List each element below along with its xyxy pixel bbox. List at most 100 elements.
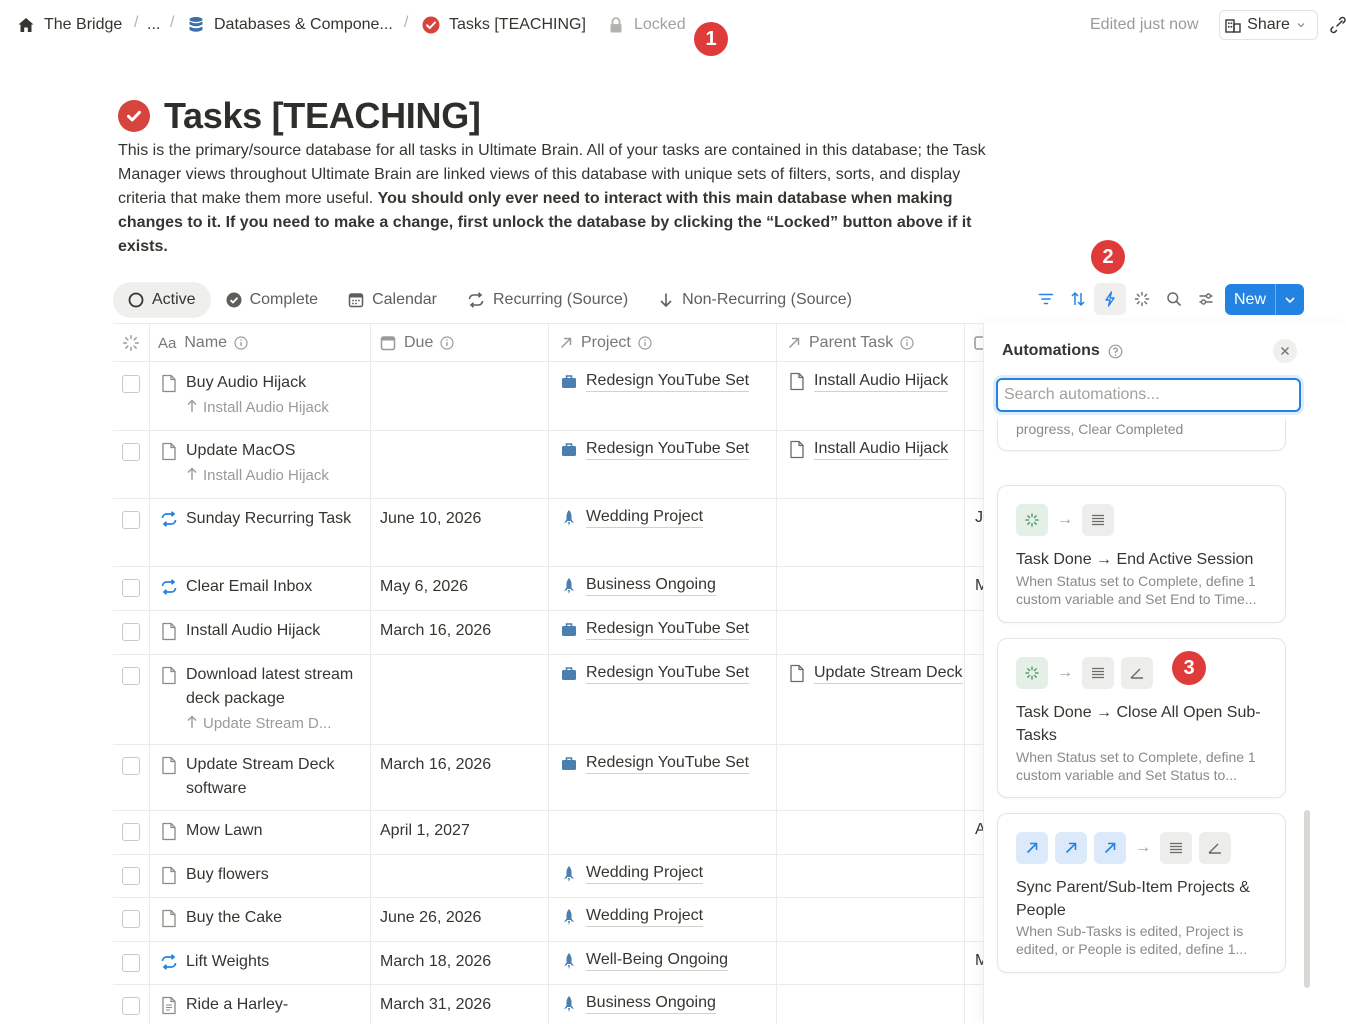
column-name-header[interactable]: Aa Name (158, 324, 248, 362)
column-parent-header[interactable]: Parent Task (787, 324, 914, 362)
due-date[interactable]: March 18, 2026 (380, 950, 491, 974)
sort-icon[interactable] (1062, 283, 1094, 315)
tab-calendar[interactable]: Calendar (333, 282, 452, 318)
table-row[interactable]: Buy flowers Wedding Project (113, 855, 983, 898)
parent-task-relation[interactable]: Install Audio Hijack (788, 371, 964, 392)
table-row[interactable]: Clear Email Inbox May 6, 2026 Business Ong… (113, 567, 983, 611)
parent-task-relation[interactable]: Install Audio Hijack (788, 439, 964, 460)
due-date[interactable]: March 31, 2026 (380, 993, 491, 1017)
due-date[interactable]: June 26, 2026 (380, 906, 481, 930)
row-checkbox[interactable] (122, 954, 140, 972)
link-icon[interactable] (1330, 16, 1346, 39)
lock-icon (606, 15, 626, 35)
page-title[interactable]: Tasks [TEACHING] (164, 95, 481, 137)
row-checkbox[interactable] (122, 997, 140, 1015)
task-name[interactable]: Update MacOS Install Audio Hijack (186, 439, 366, 489)
project-relation[interactable]: Redesign YouTube Set (560, 371, 750, 392)
automation-card[interactable]: → Task Done → End Active Session When St… (997, 485, 1286, 623)
row-checkbox[interactable] (122, 667, 140, 685)
table-row[interactable]: Update Stream Deck software March 16, 202… (113, 745, 983, 811)
lightning-icon[interactable] (1094, 283, 1126, 315)
column-due-header[interactable]: Due (380, 324, 454, 362)
project-relation[interactable]: Redesign YouTube Set (560, 439, 750, 460)
parent-task-relation[interactable]: Update Stream Deck (788, 663, 964, 684)
table-row[interactable]: Mow Lawn April 1, 2027 A (113, 811, 983, 855)
project-relation[interactable]: Wedding Project (560, 863, 704, 884)
parent-task-reference[interactable]: Update Stream D... (186, 711, 366, 737)
close-panel-button[interactable] (1273, 339, 1297, 363)
project-relation[interactable]: Well-Being Ongoing (560, 950, 729, 971)
task-name[interactable]: Ride a Harley- (186, 993, 366, 1017)
task-name[interactable]: Install Audio Hijack (186, 619, 366, 643)
panel-scrollbar[interactable] (1304, 810, 1310, 988)
check-circle-icon[interactable] (118, 100, 150, 132)
new-dropdown-chevron-icon[interactable] (1276, 284, 1304, 315)
table-row[interactable]: Download latest stream deck package Updat… (113, 655, 983, 745)
row-checkbox[interactable] (122, 757, 140, 775)
project-relation[interactable]: Business Ongoing (560, 993, 716, 1014)
locked-button[interactable]: Locked (606, 13, 686, 37)
project-relation[interactable]: Wedding Project (560, 906, 704, 927)
due-date[interactable]: March 16, 2026 (380, 753, 491, 777)
task-name[interactable]: Clear Email Inbox (186, 575, 366, 599)
due-date[interactable]: March 16, 2026 (380, 619, 491, 643)
spinner-icon[interactable] (1126, 283, 1158, 315)
search-automations-input[interactable] (996, 378, 1301, 412)
parent-task-reference[interactable]: Install Audio Hijack (186, 395, 366, 421)
briefcase-icon (560, 621, 578, 639)
due-date[interactable]: May 6, 2026 (380, 575, 468, 599)
due-date[interactable]: June 10, 2026 (380, 507, 481, 531)
table-row[interactable]: Lift Weights March 18, 2026 Well-Being Ong… (113, 942, 983, 985)
tab-recurring[interactable]: Recurring (Source) (452, 282, 643, 318)
project-relation[interactable]: Wedding Project (560, 507, 704, 528)
task-name[interactable]: Download latest stream deck package Updat… (186, 663, 366, 737)
settings-sliders-icon[interactable] (1190, 283, 1222, 315)
table-row[interactable]: Ride a Harley- March 31, 2026 Business Ong… (113, 985, 983, 1024)
project-relation[interactable]: Business Ongoing (560, 575, 716, 596)
column-project-header[interactable]: Project (559, 324, 652, 362)
tab-complete[interactable]: Complete (211, 282, 333, 318)
row-checkbox[interactable] (122, 511, 140, 529)
breadcrumb-current[interactable]: Tasks [TEACHING] (421, 13, 586, 37)
task-name[interactable]: Buy Audio Hijack Install Audio Hijack (186, 371, 366, 421)
help-icon[interactable] (1108, 344, 1123, 359)
automation-card-partial[interactable]: progress, Clear Completed (997, 419, 1286, 451)
search-icon[interactable] (1158, 283, 1190, 315)
task-name[interactable]: Sunday Recurring Task (186, 507, 366, 531)
breadcrumb-ellipsis[interactable]: ... (147, 13, 160, 37)
task-name[interactable]: Buy flowers (186, 863, 366, 887)
automation-card[interactable]: → Task Done → Close All Open Sub-Tasks W… (997, 638, 1286, 798)
filter-icon[interactable] (1030, 283, 1062, 315)
row-checkbox[interactable] (122, 579, 140, 597)
row-checkbox[interactable] (122, 375, 140, 393)
row-checkbox[interactable] (122, 623, 140, 641)
new-button[interactable]: New (1225, 284, 1304, 315)
project-relation[interactable]: Redesign YouTube Set (560, 619, 750, 640)
row-checkbox[interactable] (122, 443, 140, 461)
parent-task-reference[interactable]: Install Audio Hijack (186, 463, 366, 489)
row-checkbox[interactable] (122, 910, 140, 928)
task-name[interactable]: Mow Lawn (186, 819, 366, 843)
automation-card[interactable]: → Sync Parent/Sub-Item Projects & People… (997, 813, 1286, 973)
breadcrumb-workspace[interactable]: The Bridge (16, 13, 122, 37)
table-row[interactable]: Install Audio Hijack March 16, 2026 Redesi… (113, 611, 983, 655)
due-date[interactable]: April 1, 2027 (380, 819, 470, 843)
project-relation[interactable]: Redesign YouTube Set (560, 753, 750, 774)
tab-non-recurring[interactable]: Non-Recurring (Source) (643, 282, 867, 318)
project-relation-label: Redesign YouTube Set (586, 371, 750, 392)
row-checkbox[interactable] (122, 867, 140, 885)
table-row[interactable]: Buy the Cake June 26, 2026 Wedding Project (113, 898, 983, 942)
page-description[interactable]: This is the primary/source database for … (118, 139, 998, 259)
breadcrumb-parent[interactable]: Databases & Compone... (186, 13, 393, 37)
task-name[interactable]: Lift Weights (186, 950, 366, 974)
task-name[interactable]: Update Stream Deck software (186, 753, 366, 801)
row-checkbox[interactable] (122, 823, 140, 841)
table-row[interactable]: Update MacOS Install Audio Hijack Redesign… (113, 431, 983, 499)
share-button[interactable]: Share (1219, 10, 1318, 40)
tab-active[interactable]: Active (113, 282, 211, 318)
task-name[interactable]: Buy the Cake (186, 906, 366, 930)
project-relation[interactable]: Redesign YouTube Set (560, 663, 750, 684)
table-row[interactable]: Buy Audio Hijack Install Audio Hijack Rede… (113, 363, 983, 431)
table-row[interactable]: Sunday Recurring Task June 10, 2026 Weddin… (113, 499, 983, 567)
column-status-header[interactable] (122, 324, 148, 362)
